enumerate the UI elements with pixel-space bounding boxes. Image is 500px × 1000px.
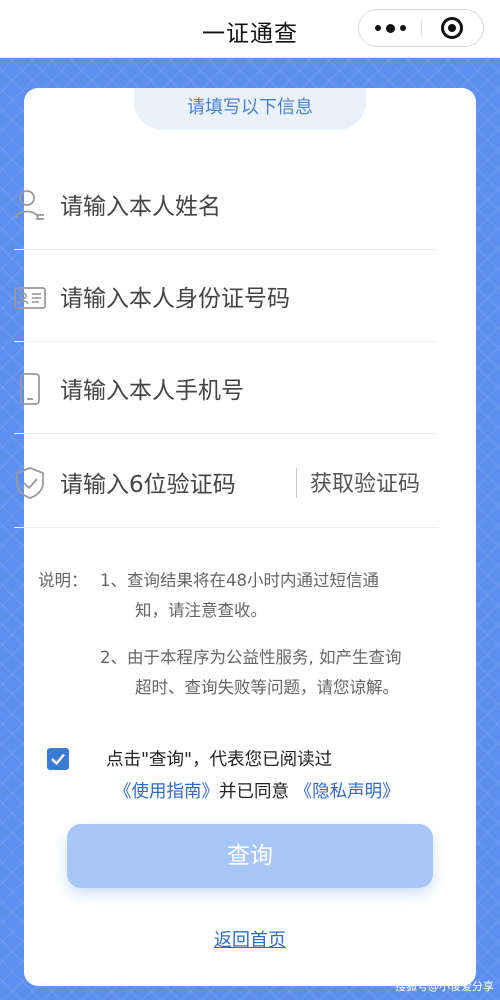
close-target-icon[interactable] [441, 17, 463, 39]
phone-input[interactable]: 请输入本人手机号 [60, 371, 244, 405]
get-code-button[interactable]: 获取验证码 [310, 466, 420, 498]
back-home-link[interactable]: 返回首页 [214, 930, 286, 951]
shield-check-icon [16, 467, 44, 499]
usage-guide-link[interactable]: 《使用指南》 [114, 782, 219, 802]
privacy-statement-link[interactable]: 《隐私声明》 [295, 782, 400, 802]
more-icon[interactable] [359, 10, 421, 46]
form-header: 请填写以下信息 [134, 88, 366, 130]
note-1-line-1: 1、查询结果将在48小时内通过短信通 [100, 571, 379, 590]
agree-checkbox[interactable] [47, 748, 69, 770]
checkmark-icon [51, 753, 65, 766]
back-home-container: 返回首页 [0, 926, 500, 952]
note-2-line-2: 超时、查询失败等问题，请您谅解。 [135, 678, 399, 697]
note-2-line-1: 2、由于本程序为公益性服务, 如产生查询 [100, 648, 402, 667]
id-card-icon [14, 287, 46, 309]
capsule-divider [421, 19, 422, 37]
code-divider [296, 468, 297, 498]
user-icon [15, 190, 44, 220]
note-1-line-2: 知，请注意查收。 [135, 601, 267, 620]
notes-label: 说明： [38, 571, 88, 590]
title-bar: 一证通查 [0, 0, 500, 58]
mini-program-capsule [358, 9, 484, 47]
id-input[interactable]: 请输入本人身份证号码 [60, 279, 290, 313]
query-button[interactable]: 查询 [67, 824, 433, 888]
watermark: 搜狐号@小俊爱分享 [395, 980, 494, 993]
id-field[interactable]: 请输入本人身份证号码 [14, 252, 438, 342]
code-input[interactable]: 请输入6位验证码 [60, 465, 236, 499]
code-field[interactable]: 请输入6位验证码 获取验证码 [14, 438, 438, 528]
agreement-text: 点击"查询"，代表您已阅读过 [106, 750, 333, 770]
name-input[interactable]: 请输入本人姓名 [60, 187, 221, 221]
agreement-line-2: 《使用指南》并已同意 《隐私声明》 [114, 778, 400, 803]
agree-connector: 并已同意 [219, 782, 289, 802]
phone-icon [20, 373, 40, 405]
phone-field[interactable]: 请输入本人手机号 [14, 344, 438, 434]
name-field[interactable]: 请输入本人姓名 [14, 160, 438, 250]
